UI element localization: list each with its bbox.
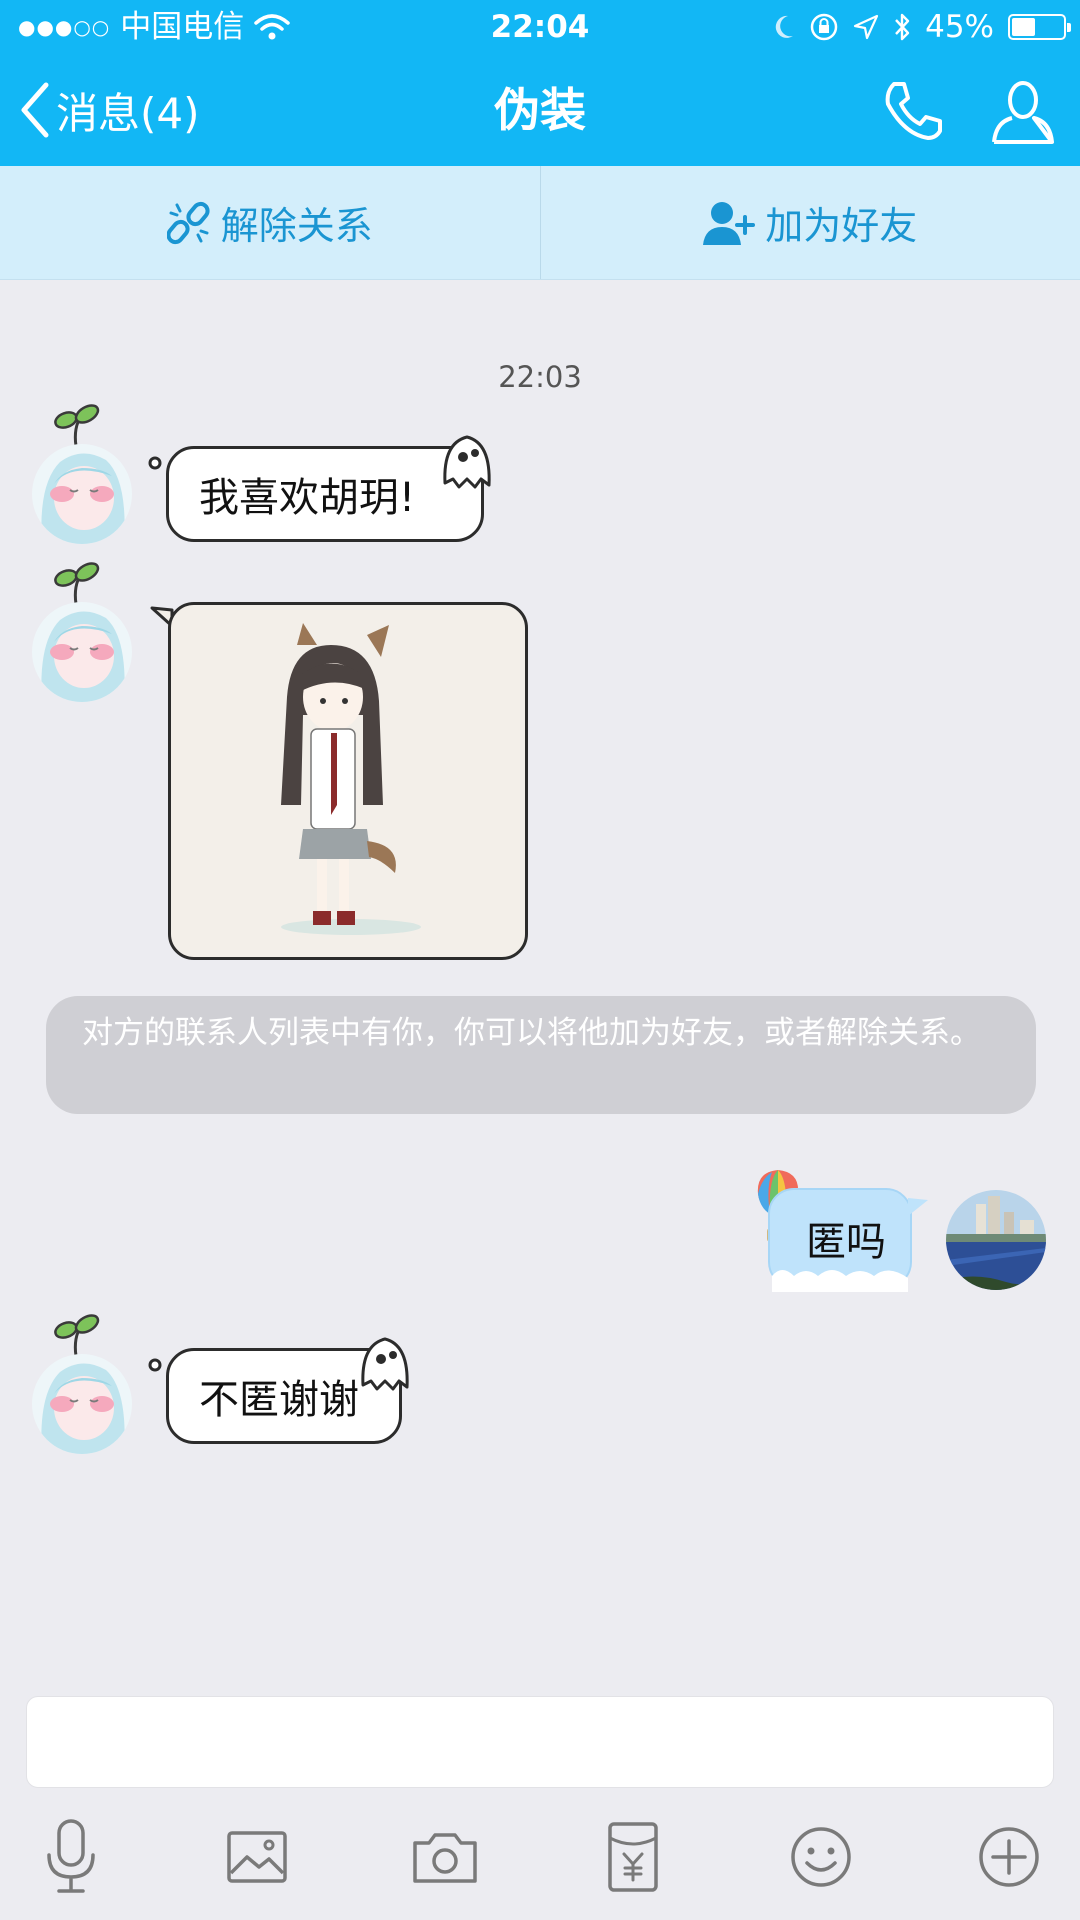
bluetooth-icon (895, 13, 910, 41)
message-bubble[interactable]: 不匿谢谢 (148, 1337, 409, 1444)
photo-button[interactable] (212, 1812, 302, 1902)
message-text: 匿吗 (806, 1219, 886, 1265)
ghost-icon (443, 435, 491, 489)
sprout-icon (54, 1314, 100, 1356)
back-label: 消息(4) (56, 88, 200, 138)
unlink-button[interactable]: 解除关系 (0, 166, 540, 279)
contact-avatar[interactable] (32, 444, 132, 544)
add-friend-label: 加为好友 (765, 204, 918, 248)
bubble-tail (148, 1358, 162, 1372)
message-text: 我喜欢胡玥! (199, 475, 416, 521)
rotation-lock-icon (810, 13, 838, 41)
header: ●●●○○ 中国电信 22:04 45% 消息(4) 伪装 (0, 0, 1080, 166)
bubble-tail (908, 1198, 928, 1216)
phone-call-button[interactable] (878, 76, 948, 146)
avatar-image (32, 1354, 132, 1454)
message-input[interactable] (26, 1696, 1054, 1788)
voice-button[interactable] (26, 1812, 116, 1902)
image-icon (227, 1831, 287, 1883)
avatar-image (946, 1190, 1046, 1290)
my-avatar[interactable] (946, 1190, 1046, 1290)
message-text: 不匿谢谢 (199, 1377, 359, 1423)
profile-button[interactable] (988, 76, 1058, 146)
person-icon (992, 81, 1054, 144)
input-toolbar (0, 1812, 1080, 1902)
avatar-image (32, 602, 132, 702)
image-message[interactable] (168, 602, 528, 960)
battery-fill (1012, 18, 1035, 36)
cartoon-girl-image (281, 623, 421, 935)
chat-timestamp: 22:03 (498, 360, 582, 394)
system-notice: 对方的联系人列表中有你，你可以将他加为好友，或者解除关系。 (46, 996, 1036, 1114)
chevron-left-icon (21, 82, 49, 138)
phone-icon (885, 82, 942, 140)
ghost-icon (361, 1337, 409, 1391)
contact-avatar[interactable] (32, 602, 132, 702)
nav-bar: 消息(4) 伪装 (0, 54, 1080, 166)
add-friend-icon (703, 201, 756, 245)
message-bubble[interactable]: 我喜欢胡玥! (148, 435, 491, 542)
plus-icon (979, 1827, 1039, 1887)
add-friend-button[interactable]: 加为好友 (541, 166, 1080, 279)
camera-icon (413, 1833, 477, 1883)
emoji-icon (791, 1827, 851, 1887)
battery-percent: 45% (925, 9, 994, 45)
sprout-icon (54, 562, 100, 604)
more-button[interactable] (964, 1812, 1054, 1902)
moon-icon (775, 15, 794, 38)
status-bar: ●●●○○ 中国电信 22:04 45% (0, 0, 1080, 54)
broken-link-icon (166, 201, 210, 244)
camera-button[interactable] (400, 1812, 490, 1902)
relationship-action-bar: 解除关系 加为好友 (0, 166, 1080, 280)
contact-avatar[interactable] (32, 1354, 132, 1454)
battery-icon (1008, 14, 1071, 40)
red-packet-button[interactable] (588, 1812, 678, 1902)
back-button[interactable]: 消息(4) (18, 78, 200, 142)
unlink-label: 解除关系 (220, 204, 373, 248)
emoji-button[interactable] (776, 1812, 866, 1902)
mic-icon (47, 1819, 95, 1893)
cloud-decoration (772, 1270, 908, 1292)
location-icon (853, 14, 879, 40)
red-packet-icon (608, 1822, 658, 1892)
sprout-icon (54, 404, 100, 446)
bubble-tail (148, 456, 162, 470)
avatar-image (32, 444, 132, 544)
my-message-bubble[interactable]: 匿吗 (768, 1188, 912, 1292)
